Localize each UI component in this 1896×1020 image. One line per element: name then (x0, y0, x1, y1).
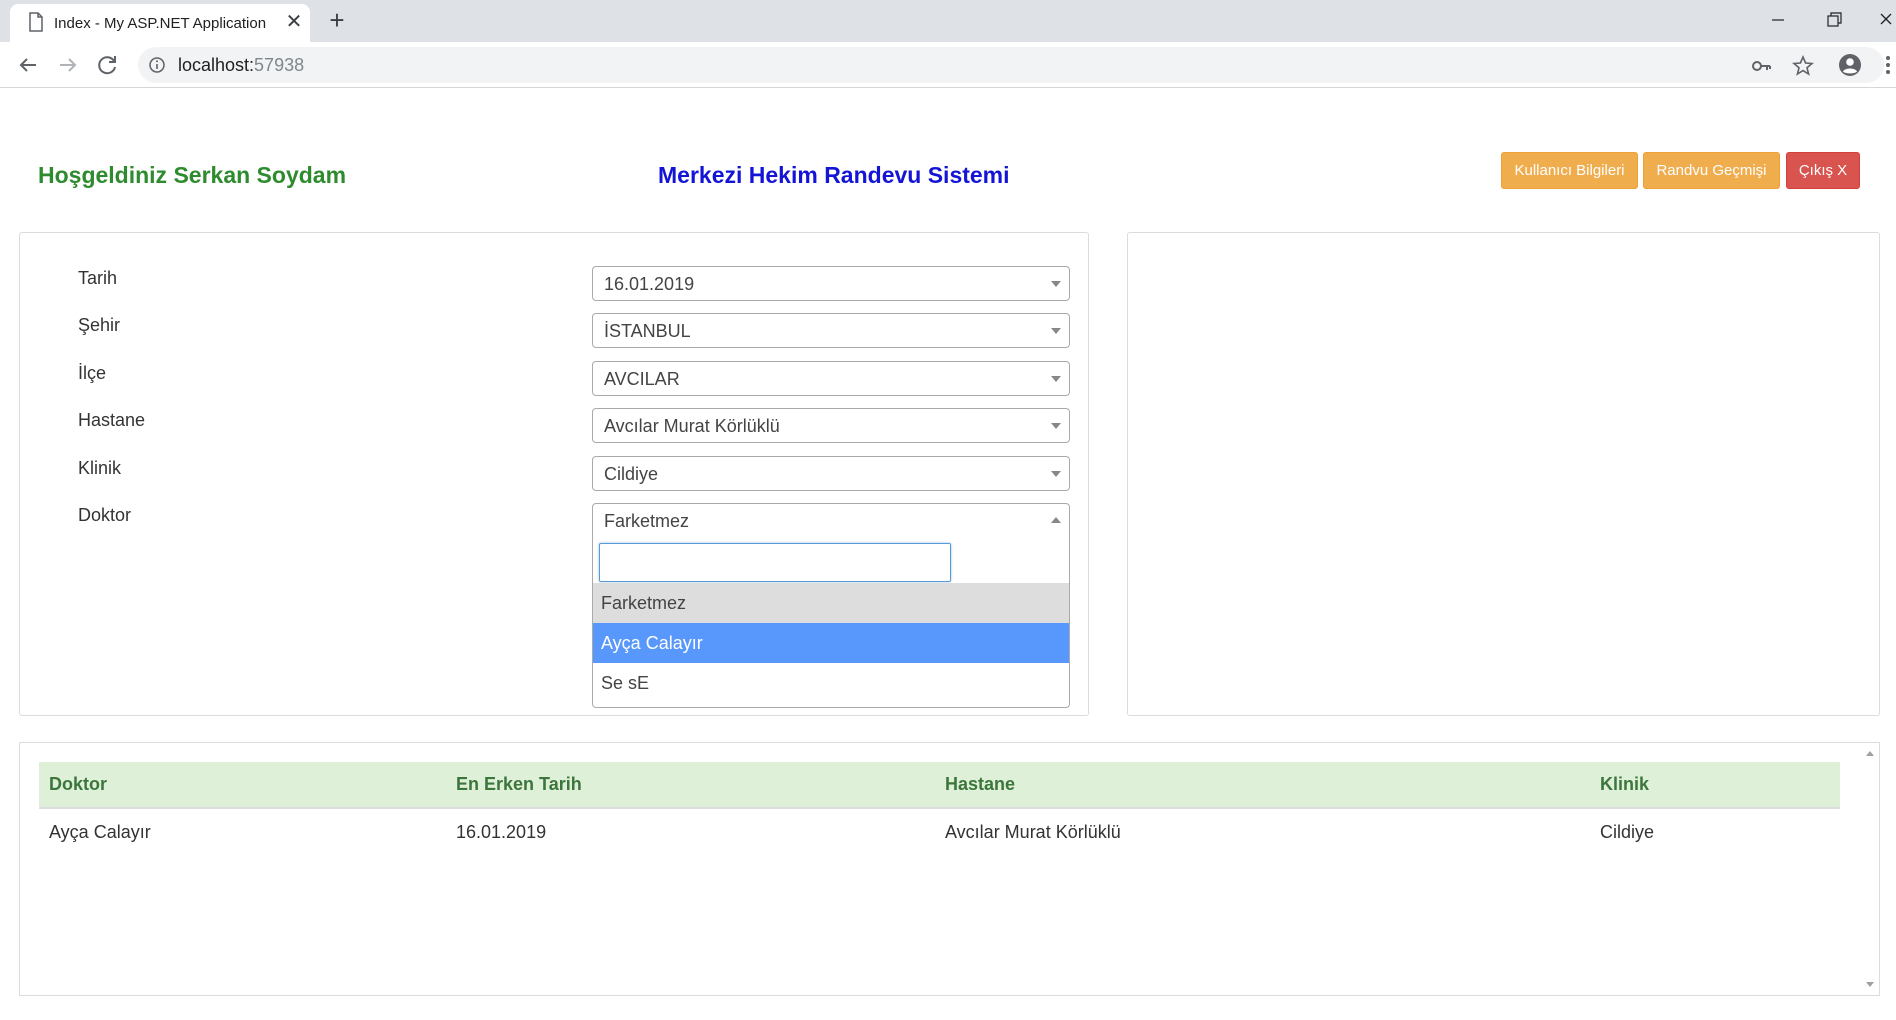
arrow-right-icon[interactable] (52, 49, 84, 81)
chevron-down-icon (1051, 281, 1061, 287)
tab-close-icon[interactable]: ✕ (282, 10, 306, 34)
browser-toolbar: localhost:57938 (0, 42, 1896, 88)
column-header-earliest-date: En Erken Tarih (456, 774, 582, 794)
address-bar[interactable]: localhost:57938 (138, 47, 1884, 83)
cell-hospital: Avcılar Murat Körlüklü (945, 822, 1121, 842)
city-value: İSTANBUL (604, 321, 691, 341)
clinic-value: Cildiye (604, 464, 659, 484)
chevron-down-icon (1051, 328, 1061, 334)
doctor-select[interactable]: Farketmez (592, 503, 1070, 538)
city-select[interactable]: İSTANBUL (592, 313, 1070, 348)
star-icon[interactable] (1792, 55, 1814, 77)
chevron-down-icon (1051, 471, 1061, 477)
url-text[interactable]: localhost:57938 (178, 55, 304, 76)
page-title: Merkezi Hekim Randevu Sistemi (658, 162, 1010, 188)
cell-clinic: Cildiye (1600, 822, 1655, 842)
browser-tabstrip: Index - My ASP.NET Application ✕ + (0, 0, 1896, 42)
results-table-panel: Doktor En Erken Tarih Hastane Klinik Ayç… (19, 742, 1880, 996)
scroll-up-icon[interactable] (1866, 751, 1874, 756)
minimize-icon[interactable] (1758, 4, 1798, 36)
appointment-form-panel: Tarih 16.01.2019 Şehir İSTANBUL İlçe AVC… (19, 232, 1089, 716)
account-icon[interactable] (1838, 53, 1862, 77)
vertical-scrollbar[interactable] (1862, 743, 1879, 995)
scroll-down-icon[interactable] (1866, 982, 1874, 987)
doctor-search-input[interactable] (599, 543, 951, 582)
chevron-down-icon (1051, 423, 1061, 429)
doctor-value: Farketmez (604, 511, 690, 531)
restore-icon[interactable] (1814, 4, 1854, 36)
district-value: AVCILAR (604, 369, 680, 389)
hospital-select[interactable]: Avcılar Murat Körlüklü (592, 408, 1070, 443)
user-info-button[interactable]: Kullanıcı Bilgileri (1501, 152, 1638, 189)
district-label: İlçe (78, 363, 107, 383)
chevron-up-icon (1051, 517, 1061, 523)
clinic-select[interactable]: Cildiye (592, 456, 1070, 491)
cell-earliest-date: 16.01.2019 (456, 822, 547, 842)
logout-button[interactable]: Çıkış X (1786, 152, 1860, 189)
date-label: Tarih (78, 268, 118, 288)
browser-tab[interactable]: Index - My ASP.NET Application ✕ (10, 4, 310, 42)
column-header-hospital: Hastane (945, 774, 1016, 794)
reload-icon[interactable] (92, 49, 124, 81)
hospital-label: Hastane (78, 410, 146, 430)
hospital-value: Avcılar Murat Körlüklü (604, 416, 780, 436)
chevron-down-icon (1051, 376, 1061, 382)
doctor-option[interactable]: Ayça Calayır (593, 623, 1069, 663)
table-header: Doktor En Erken Tarih Hastane Klinik (39, 762, 1840, 809)
cell-doctor: Ayça Calayır (49, 822, 151, 842)
column-header-clinic: Klinik (1600, 774, 1650, 794)
clinic-label: Klinik (78, 458, 122, 478)
new-tab-icon[interactable]: + (322, 6, 352, 36)
doctor-dropdown: Farketmez Ayça Calayır Se sE (592, 537, 1070, 708)
kebab-menu-icon[interactable] (1884, 53, 1892, 77)
tab-title: Index - My ASP.NET Application (54, 15, 267, 32)
doctor-option[interactable]: Se sE (593, 663, 1069, 703)
city-label: Şehir (78, 315, 121, 335)
doctor-label: Doktor (78, 505, 132, 525)
key-icon[interactable] (1750, 55, 1772, 77)
info-panel (1127, 232, 1880, 716)
welcome-message: Hoşgeldiniz Serkan Soydam (38, 162, 347, 188)
column-header-doctor: Doktor (49, 774, 107, 794)
date-select[interactable]: 16.01.2019 (592, 266, 1070, 301)
appointment-history-button[interactable]: Randvu Geçmişi (1643, 152, 1780, 189)
document-icon (29, 12, 43, 32)
info-icon[interactable] (148, 56, 166, 74)
district-select[interactable]: AVCILAR (592, 361, 1070, 396)
arrow-left-icon[interactable] (12, 49, 44, 81)
close-window-icon[interactable] (1866, 4, 1896, 36)
doctor-option[interactable]: Farketmez (593, 583, 1069, 623)
date-value: 16.01.2019 (604, 274, 695, 294)
